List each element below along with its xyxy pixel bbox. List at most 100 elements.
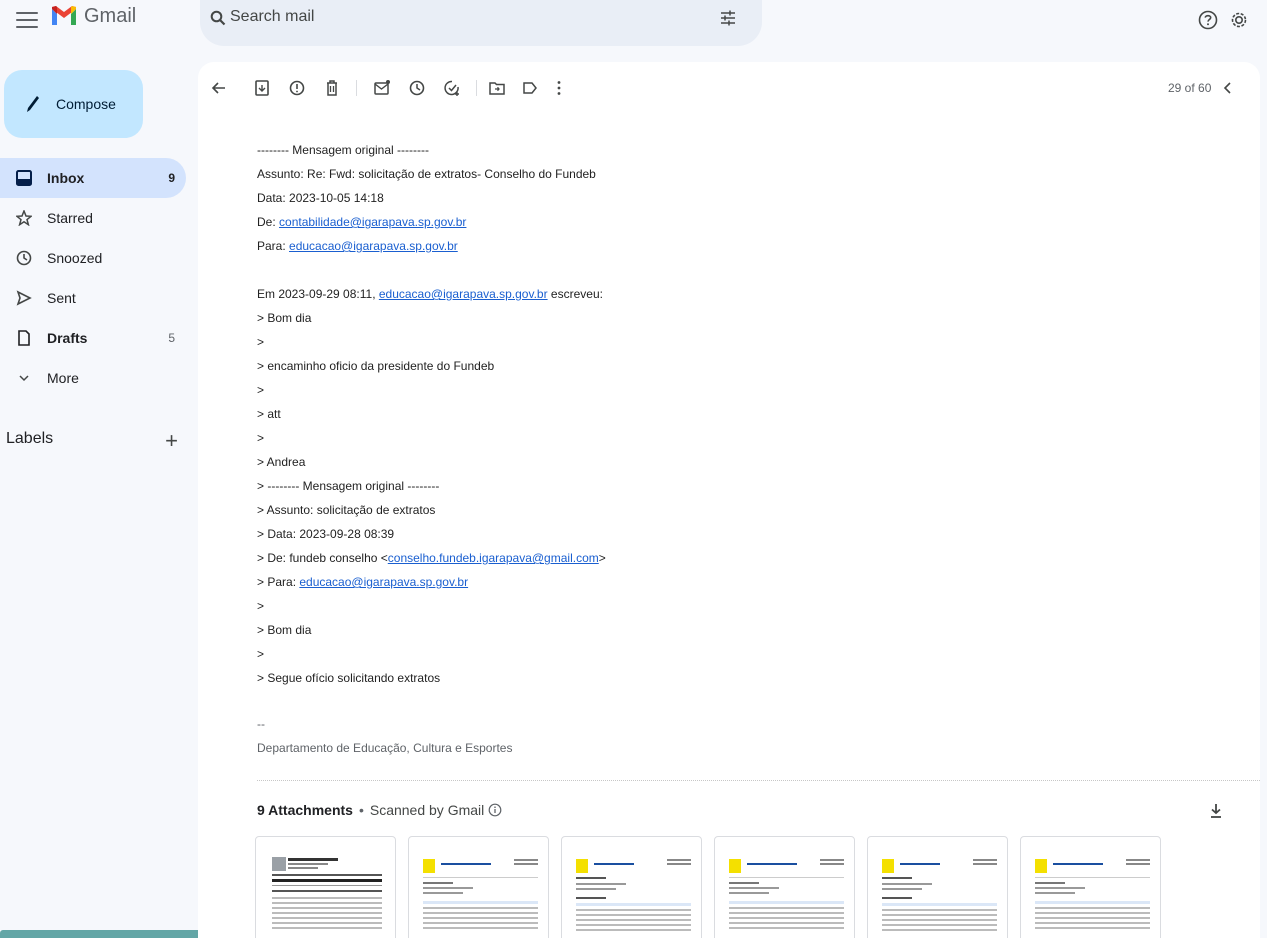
from-email-link[interactable]: contabilidade@igarapava.sp.gov.br (279, 215, 466, 229)
labels-section: Labels + (6, 428, 178, 454)
sidebar-item-more[interactable]: More (0, 358, 186, 398)
attachment-thumbnails (255, 836, 1173, 938)
delete-icon[interactable] (323, 79, 341, 97)
quoted-line: > Assunto: solicitação de extratos (257, 503, 436, 517)
search-input[interactable]: Search mail (230, 8, 314, 26)
sidebar-item-snoozed[interactable]: Snoozed (0, 238, 186, 278)
quoted-to-prefix: > Para: (257, 575, 300, 589)
toolbar-divider (356, 80, 357, 96)
pagination-count: 29 of 60 (1168, 81, 1212, 95)
sidebar-nav: Inbox 9 Starred Snoozed Sent Drafts 5 Mo… (0, 158, 186, 398)
sidebar-item-inbox[interactable]: Inbox 9 (0, 158, 186, 198)
quoted-line: > Data: 2023-09-28 08:39 (257, 527, 395, 541)
download-all-icon[interactable] (1208, 802, 1224, 820)
pencil-icon (27, 96, 39, 112)
sidebar-item-sent[interactable]: Sent (0, 278, 186, 318)
quoted-line: > (257, 335, 265, 349)
attachments-header: 9 Attachments • Scanned by Gmail (257, 802, 502, 818)
separator-dot: • (358, 802, 364, 818)
more-options-icon[interactable] (550, 79, 568, 97)
search-icon[interactable] (210, 10, 226, 26)
mark-unread-icon[interactable] (373, 79, 391, 97)
quoted-line: > (257, 431, 265, 445)
search-bar[interactable]: Search mail (200, 0, 762, 46)
subject-line: Assunto: Re: Fwd: solicitação de extrato… (257, 167, 596, 181)
compose-button[interactable]: Compose (4, 70, 143, 138)
help-icon[interactable] (1197, 9, 1219, 31)
draft-icon (18, 330, 30, 346)
quoted-line: > Andrea (257, 455, 306, 469)
labels-title: Labels (6, 430, 54, 447)
chevron-left-icon[interactable] (1220, 79, 1236, 97)
to-line: Para: educacao@igarapava.sp.gov.br (257, 234, 1157, 258)
signature-department: Departamento de Educação, Cultura e Espo… (257, 741, 513, 755)
document-preview-icon (272, 857, 382, 929)
quoted-line: > (257, 599, 265, 613)
quote-intro-suffix: escreveu: (547, 287, 603, 301)
quoted-from-prefix: > De: fundeb conselho < (257, 551, 388, 565)
back-arrow-icon[interactable] (210, 79, 228, 97)
clock-icon (16, 250, 32, 266)
quoted-from-suffix: > (598, 551, 606, 565)
attachment-thumbnail[interactable] (408, 836, 549, 938)
quoted-to-line: > Para: educacao@igarapava.sp.gov.br (257, 570, 1157, 594)
info-icon[interactable] (488, 803, 502, 817)
star-icon (16, 210, 32, 226)
email-body: -------- Mensagem original -------- Assu… (257, 138, 1157, 690)
report-spam-icon[interactable] (288, 79, 306, 97)
gmail-logo[interactable]: Gmail (50, 4, 136, 28)
quoted-line: > (257, 647, 265, 661)
search-options-icon[interactable] (720, 10, 736, 26)
bank-statement-preview-icon (729, 859, 844, 929)
quoted-to-email-link[interactable]: educacao@igarapava.sp.gov.br (299, 575, 468, 589)
to-email-link[interactable]: educacao@igarapava.sp.gov.br (289, 239, 458, 253)
email-signature: -- Departamento de Educação, Cultura e E… (257, 712, 512, 760)
attachment-thumbnail[interactable] (714, 836, 855, 938)
settings-gear-icon[interactable] (1228, 9, 1250, 31)
move-to-icon[interactable] (488, 79, 506, 97)
attachments-divider (257, 780, 1260, 781)
sidebar-item-drafts[interactable]: Drafts 5 (0, 318, 186, 358)
scanned-by-gmail-label: Scanned by Gmail (369, 802, 485, 818)
snooze-icon[interactable] (408, 79, 426, 97)
quote-intro-prefix: Em 2023-09-29 08:11, (257, 287, 379, 301)
bank-statement-preview-icon (423, 859, 538, 929)
sidebar-item-label: Drafts (47, 330, 88, 346)
from-line: De: contabilidade@igarapava.sp.gov.br (257, 210, 1157, 234)
quoted-line: > -------- Mensagem original -------- (257, 479, 440, 493)
add-label-button[interactable]: + (165, 428, 178, 454)
add-task-icon[interactable] (443, 79, 461, 97)
label-icon[interactable] (521, 79, 539, 97)
send-icon (16, 290, 32, 306)
sidebar-item-count: 5 (168, 331, 175, 345)
quote-author-email-link[interactable]: educacao@igarapava.sp.gov.br (379, 287, 548, 301)
quoted-from-line: > De: fundeb conselho <conselho.fundeb.i… (257, 546, 1157, 570)
attachment-thumbnail[interactable] (561, 836, 702, 938)
signature-dash: -- (257, 717, 265, 731)
quoted-line: > Bom dia (257, 311, 312, 325)
quoted-line: > (257, 383, 265, 397)
to-label: Para: (257, 239, 290, 253)
sidebar-item-label: Starred (47, 210, 93, 226)
toolbar-divider (476, 80, 477, 96)
sidebar-item-starred[interactable]: Starred (0, 198, 186, 238)
bank-statement-preview-icon (882, 859, 997, 931)
original-message-header: -------- Mensagem original -------- (257, 143, 429, 157)
sidebar-item-label: Inbox (47, 170, 85, 186)
footer-status-bar (0, 930, 226, 938)
sidebar-item-label: More (47, 370, 79, 386)
quoted-from-email-link[interactable]: conselho.fundeb.igarapava@gmail.com (388, 551, 599, 565)
attachment-thumbnail[interactable] (867, 836, 1008, 938)
main-menu-icon[interactable] (16, 12, 38, 28)
attachment-thumbnail[interactable] (1020, 836, 1161, 938)
quote-intro-line: Em 2023-09-29 08:11, educacao@igarapava.… (257, 282, 1157, 306)
bank-statement-preview-icon (1035, 859, 1150, 929)
bank-statement-preview-icon (576, 859, 691, 931)
gmail-wordmark: Gmail (84, 4, 137, 27)
sidebar-item-label: Snoozed (47, 250, 103, 266)
chevron-down-icon (19, 375, 29, 382)
email-toolbar: 29 of 60 (198, 62, 1260, 114)
attachment-thumbnail[interactable] (255, 836, 396, 938)
archive-icon[interactable] (253, 79, 271, 97)
quoted-line: > encaminho oficio da presidente do Fund… (257, 359, 495, 373)
